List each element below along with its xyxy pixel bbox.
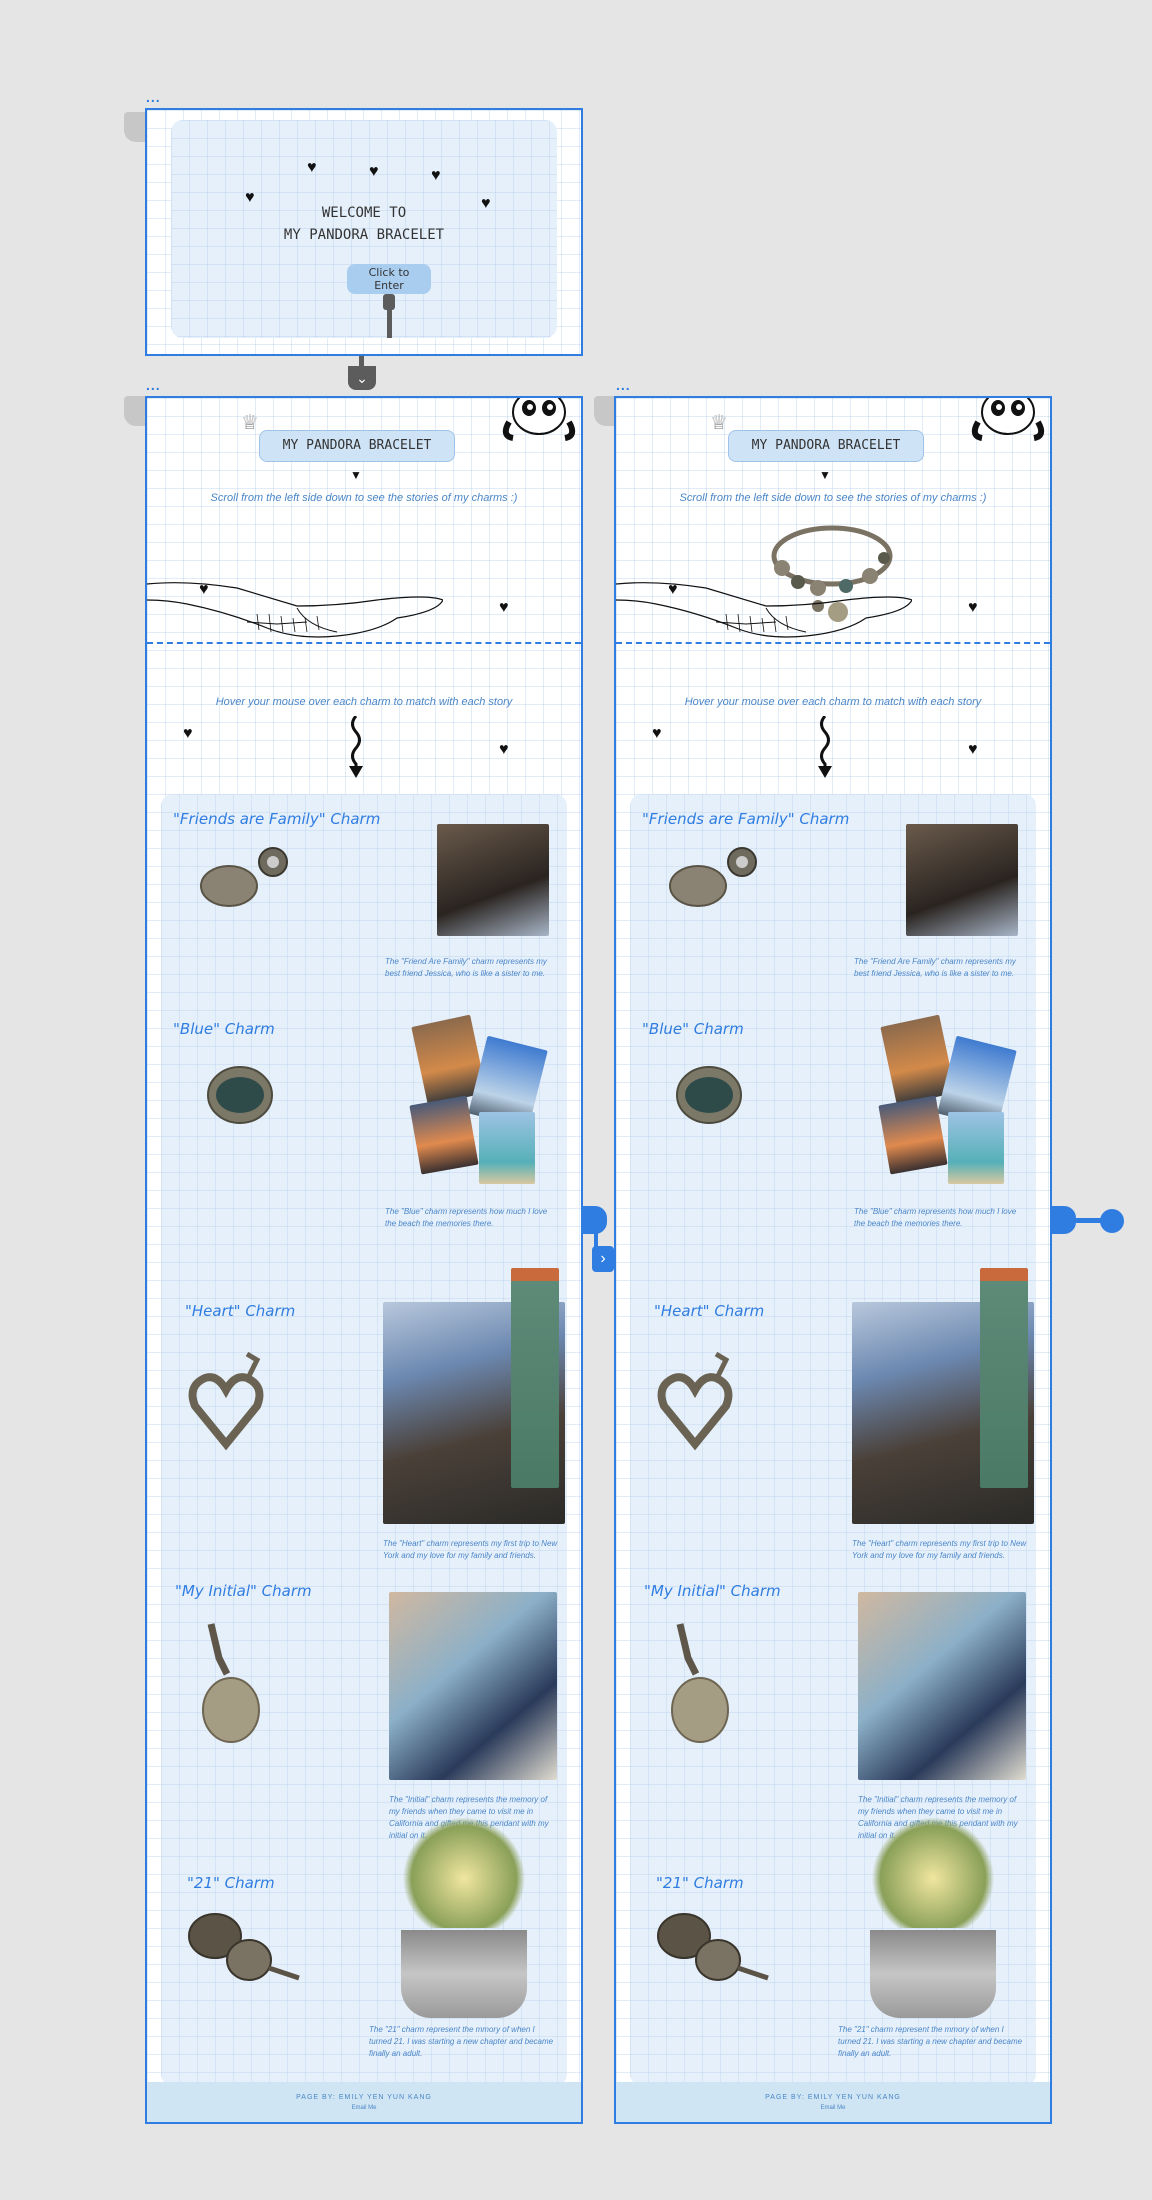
- beach-photo: [948, 1112, 1004, 1184]
- prototype-connector-node[interactable]: [1100, 1209, 1124, 1233]
- welcome-title: WELCOME TO MY PANDORA BRACELET: [171, 202, 557, 246]
- footer: PAGE BY: EMILY YEN YUN KANG Email Me: [147, 2082, 581, 2122]
- frame-menu-dots[interactable]: ...: [616, 378, 631, 392]
- friends-visit-photo: [858, 1592, 1026, 1780]
- footer: PAGE BY: EMILY YEN YUN KANG Email Me: [616, 2082, 1050, 2122]
- crown-icon: ♕: [710, 412, 728, 434]
- blue-charm-image[interactable]: [203, 1060, 277, 1130]
- twenty-one-charm-image[interactable]: [187, 1908, 307, 1988]
- hover-hint: Hover your mouse over each charm to matc…: [684, 696, 982, 708]
- bracelet-page-frame: ♕ MY PANDORA BRACELET ▼ Scroll from the …: [145, 396, 583, 2124]
- charm-story: The "21" charm represent the mmory of wh…: [369, 2025, 554, 2058]
- welcome-card: ♥ ♥ ♥ ♥ ♥ WELCOME TO MY PANDORA BRACELET…: [171, 120, 557, 338]
- frame-menu-dots[interactable]: ...: [146, 378, 161, 392]
- friends-photo: [906, 824, 1018, 936]
- chevron-down-icon[interactable]: ⌄: [348, 366, 376, 390]
- charm-title: "My Initial" Charm: [175, 1582, 312, 1600]
- frame-tab[interactable]: [124, 396, 146, 426]
- heart-charm-image[interactable]: [187, 1346, 265, 1452]
- scroll-hint: Scroll from the left side down to see th…: [679, 492, 987, 504]
- crown-icon: ♕: [241, 412, 259, 434]
- statue-of-liberty-photo: [980, 1268, 1028, 1488]
- prototype-connector-handle[interactable]: [1052, 1206, 1076, 1234]
- hover-hint: Hover your mouse over each charm to matc…: [215, 696, 513, 708]
- friends-charm-image[interactable]: [664, 842, 764, 912]
- charm-story: The "Friend Are Family" charm represents…: [854, 957, 1016, 978]
- friends-photo: [437, 824, 549, 936]
- charm-title: "Friends are Family" Charm: [642, 810, 850, 828]
- charm-story: The "Friend Are Family" charm represents…: [385, 957, 547, 978]
- heart-icon: ♥: [968, 741, 978, 758]
- welcome-title-line2: MY PANDORA BRACELET: [283, 227, 445, 243]
- charms-panel: "Friends are Family" Charm The "Friend A…: [161, 794, 567, 2086]
- frame-tab[interactable]: [124, 112, 146, 142]
- frame-tab[interactable]: [594, 396, 616, 426]
- charm-title: "21" Charm: [656, 1874, 744, 1892]
- hand-illustration: [616, 582, 912, 638]
- scroll-hint: Scroll from the left side down to see th…: [210, 492, 518, 504]
- hand-illustration: [147, 582, 443, 638]
- beach-photo: [878, 1095, 948, 1175]
- enter-button[interactable]: Click to Enter: [347, 264, 431, 294]
- beach-photo: [409, 1095, 479, 1175]
- divider-line: [147, 642, 581, 644]
- charm-story: The "Blue" charm represents how much I l…: [854, 1207, 1017, 1228]
- initial-charm-image[interactable]: [197, 1618, 265, 1748]
- friends-visit-photo: [389, 1592, 557, 1780]
- cake-photo: [870, 1930, 996, 2018]
- bracelet-page-frame: ♕ MY PANDORA BRACELET ▼ Scroll from the …: [614, 396, 1052, 2124]
- initial-charm-image[interactable]: [666, 1618, 734, 1748]
- heart-icon: ♥: [499, 741, 509, 758]
- charm-title: "Heart" Charm: [654, 1302, 765, 1320]
- charms-panel: "Friends are Family" Charm The "Friend A…: [630, 794, 1036, 2086]
- twenty-one-charm-image[interactable]: [656, 1908, 776, 1988]
- email-link[interactable]: Email Me: [147, 2101, 581, 2111]
- charm-title: "Friends are Family" Charm: [173, 810, 381, 828]
- page-title: MY PANDORA BRACELET: [728, 430, 924, 462]
- chevron-right-icon[interactable]: ›: [592, 1246, 614, 1272]
- charm-story: The "21" charm represent the mmory of wh…: [838, 2025, 1023, 2058]
- statue-of-liberty-photo: [511, 1268, 559, 1488]
- charm-story: The "Heart" charm represents my first tr…: [852, 1539, 1027, 1560]
- heart-icon: ♥: [968, 599, 978, 616]
- charm-title: "Blue" Charm: [642, 1020, 744, 1038]
- squiggle-arrow-icon: [349, 716, 363, 778]
- heart-charm-image[interactable]: [656, 1346, 734, 1452]
- email-link[interactable]: Email Me: [616, 2101, 1050, 2111]
- arrow-down-icon: ▼: [350, 468, 362, 482]
- heart-icon: ♥: [499, 599, 509, 616]
- prototype-connector-handle[interactable]: [583, 1206, 607, 1234]
- friends-charm-image[interactable]: [195, 842, 295, 912]
- charm-story: The "Heart" charm represents my first tr…: [383, 1539, 558, 1560]
- charm-title: "Heart" Charm: [185, 1302, 296, 1320]
- footer-credit: PAGE BY: EMILY YEN YUN KANG: [765, 2094, 901, 2101]
- flowers-photo: [870, 1818, 996, 1928]
- blue-charm-image[interactable]: [672, 1060, 746, 1130]
- charm-title: "Blue" Charm: [173, 1020, 275, 1038]
- page-title: MY PANDORA BRACELET: [259, 430, 455, 462]
- footer-credit: PAGE BY: EMILY YEN YUN KANG: [296, 2094, 432, 2101]
- charm-title: "My Initial" Charm: [644, 1582, 781, 1600]
- flowers-photo: [401, 1818, 527, 1928]
- arrow-down-icon: ▼: [819, 468, 831, 482]
- charm-story: The "Blue" charm represents how much I l…: [385, 1207, 548, 1228]
- welcome-frame: ♥ ♥ ♥ ♥ ♥ WELCOME TO MY PANDORA BRACELET…: [145, 108, 583, 356]
- connector-line: [359, 356, 364, 366]
- beach-photo: [479, 1112, 535, 1184]
- cake-photo: [401, 1930, 527, 2018]
- squiggle-arrow-icon: [818, 716, 832, 778]
- connector-line: [387, 308, 392, 338]
- heart-icon: ♥: [183, 725, 193, 742]
- charm-title: "21" Charm: [187, 1874, 275, 1892]
- panda-icon: [502, 398, 576, 441]
- heart-icon: ♥: [369, 163, 379, 180]
- heart-icon: ♥: [431, 167, 441, 184]
- panda-icon: [971, 398, 1045, 441]
- welcome-title-line1: WELCOME TO: [321, 205, 407, 221]
- divider-line: [616, 642, 1050, 644]
- frame-menu-dots[interactable]: ...: [146, 90, 161, 104]
- heart-icon: ♥: [307, 159, 317, 176]
- heart-icon: ♥: [652, 725, 662, 742]
